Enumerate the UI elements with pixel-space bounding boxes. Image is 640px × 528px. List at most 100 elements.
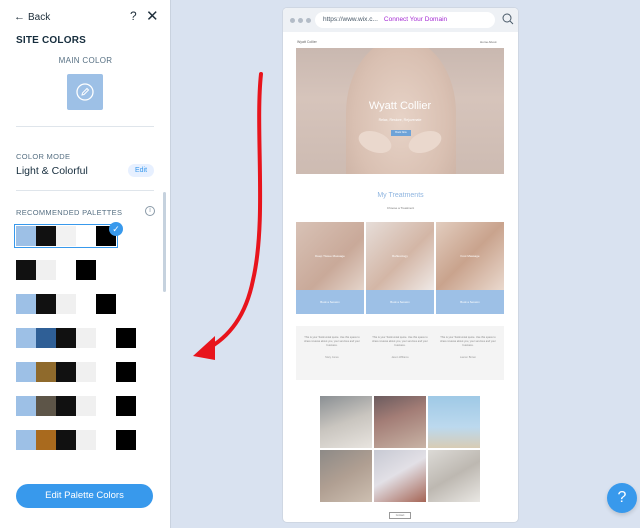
palette-color-swatch (76, 328, 96, 348)
gallery-image[interactable] (374, 450, 426, 502)
gallery-image[interactable] (320, 396, 372, 448)
hero-book-button[interactable]: Book Now (391, 130, 411, 136)
palette-color-swatch (56, 260, 76, 280)
palette-color-swatch (56, 430, 76, 450)
palette-color-swatch (76, 362, 96, 382)
testimonial-author: Mary Jones (325, 356, 339, 359)
palette-color-swatch (76, 430, 96, 450)
photo-gallery (320, 396, 480, 504)
palette-color-swatch (96, 362, 116, 382)
divider (16, 126, 154, 127)
palette-color-swatch (56, 396, 76, 416)
help-button[interactable]: ? (607, 483, 637, 513)
testimonial: This is your Testimonial quote. Use this… (440, 336, 496, 360)
panel-footer: Edit Palette Colors (0, 466, 170, 528)
treatment-card[interactable]: Foot Massage Book a Session (436, 222, 504, 314)
palette-option[interactable] (14, 224, 118, 248)
testimonial-text: This is your Testimonial quote. Use this… (440, 336, 496, 347)
site-preview: https://www.wix.c... Connect Your Domain … (283, 8, 518, 522)
treatment-link[interactable]: Book a Session (366, 300, 434, 304)
pencil-icon (76, 83, 94, 101)
testimonials-section: This is your Testimonial quote. Use this… (296, 326, 504, 380)
gallery-image[interactable] (428, 396, 480, 448)
selected-check-icon: ✓ (109, 222, 123, 236)
window-dot (306, 18, 311, 23)
palette-color-swatch (16, 396, 36, 416)
palette-color-swatch (16, 260, 36, 280)
footer-button[interactable]: Contact (389, 512, 411, 519)
treatment-link[interactable]: Book a Session (436, 300, 504, 304)
palette-color-swatch (16, 430, 36, 450)
palette-color-swatch (16, 294, 36, 314)
treatments-title: My Treatments (377, 192, 424, 199)
treatment-name: Deep Tissue Massage (315, 254, 345, 258)
palette-color-swatch (116, 396, 136, 416)
gallery-image[interactable] (320, 450, 372, 502)
treatment-card[interactable]: Reflexology Book a Session (366, 222, 434, 314)
gallery-image[interactable] (374, 396, 426, 448)
palette-color-swatch (36, 260, 56, 280)
back-label: Back (28, 12, 51, 23)
palette-color-swatch (76, 294, 96, 314)
browser-chrome: https://www.wix.c... Connect Your Domain (283, 8, 518, 32)
color-mode-label: COLOR MODE (16, 152, 71, 161)
color-mode-value: Light & Colorful (16, 165, 88, 177)
help-icon[interactable]: ? (130, 9, 137, 23)
palette-color-swatch (56, 362, 76, 382)
palette-color-swatch (116, 362, 136, 382)
treatment-link[interactable]: Book a Session (296, 300, 364, 304)
palette-option[interactable] (16, 260, 96, 280)
palette-option[interactable] (16, 396, 136, 416)
zoom-icon[interactable] (502, 13, 514, 25)
site-colors-panel: ← Back ? ✕ SITE COLORS MAIN COLOR COLOR M… (0, 0, 171, 528)
palette-color-swatch (96, 430, 116, 450)
palette-color-swatch (96, 328, 116, 348)
palette-color-swatch (56, 226, 76, 246)
treatment-name: Foot Massage (460, 254, 480, 258)
testimonial-text: This is your Testimonial quote. Use this… (304, 336, 360, 347)
back-button[interactable]: ← Back (14, 11, 50, 23)
hero-section: Wyatt Collier Relax, Restore, Rejuvenate… (296, 48, 504, 174)
hero-title: Wyatt Collier (368, 100, 432, 112)
palette-color-swatch (96, 294, 116, 314)
palette-option[interactable] (16, 362, 136, 382)
window-dot (290, 18, 295, 23)
panel-title: SITE COLORS (16, 35, 86, 46)
info-icon[interactable]: i (145, 206, 155, 216)
palette-color-swatch (16, 226, 36, 246)
back-arrow-icon: ← (14, 11, 25, 23)
testimonial: This is your Testimonial quote. Use this… (304, 336, 360, 360)
palette-color-swatch (96, 396, 116, 416)
red-arrow-annotation (193, 72, 263, 360)
testimonial-author: Jason Williams (391, 356, 409, 359)
close-icon[interactable]: ✕ (146, 7, 159, 25)
testimonial: This is your Testimonial quote. Use this… (372, 336, 428, 360)
palette-option[interactable] (16, 328, 136, 348)
testimonial-author: Lauren Brown (459, 356, 477, 359)
hero-subtitle: Relax, Restore, Rejuvenate (378, 118, 422, 122)
palette-color-swatch (56, 328, 76, 348)
edit-color-mode-button[interactable]: Edit (128, 164, 154, 177)
palette-option[interactable] (16, 294, 116, 314)
url-bar[interactable]: https://www.wix.c... Connect Your Domain (315, 12, 495, 28)
site-nav[interactable]: Home About (480, 40, 497, 44)
panel-topbar: ← Back ? ✕ (0, 0, 170, 36)
palette-color-swatch (76, 396, 96, 416)
edit-palette-colors-button[interactable]: Edit Palette Colors (16, 484, 153, 508)
palette-color-swatch (76, 226, 96, 246)
palette-color-swatch (36, 328, 56, 348)
palette-color-swatch (36, 430, 56, 450)
palette-color-swatch (116, 430, 136, 450)
treatment-card[interactable]: Deep Tissue Massage Book a Session (296, 222, 364, 314)
connect-domain-link[interactable]: Connect Your Domain (384, 16, 447, 23)
site-logo[interactable]: Wyatt Collier (297, 40, 317, 44)
main-color-label: MAIN COLOR (58, 56, 113, 65)
gallery-image[interactable] (428, 450, 480, 502)
palette-color-swatch (36, 396, 56, 416)
palette-color-swatch (76, 260, 96, 280)
palette-option[interactable] (16, 430, 136, 450)
main-color-swatch[interactable] (67, 74, 103, 110)
palette-color-swatch (116, 328, 136, 348)
scrollbar[interactable] (163, 192, 166, 292)
recommended-palettes-label: RECOMMENDED PALETTES (16, 208, 123, 217)
